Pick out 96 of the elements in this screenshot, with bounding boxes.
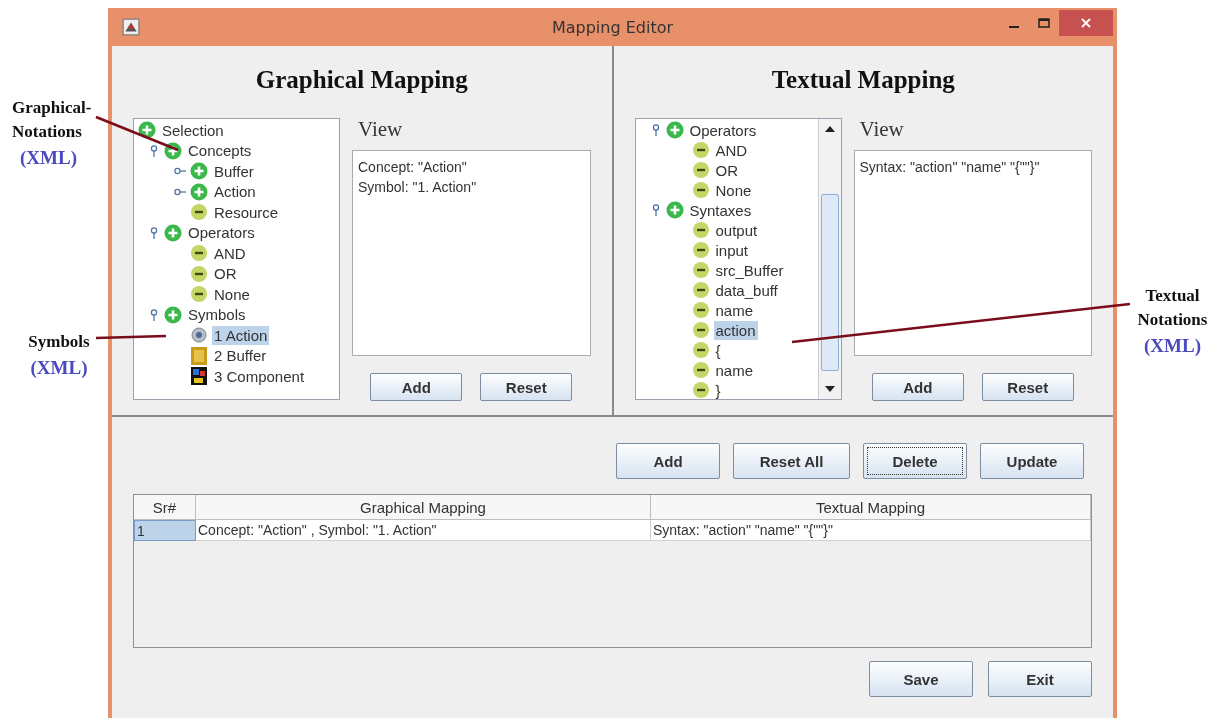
view-label: View bbox=[858, 118, 905, 143]
tree-item[interactable]: Concepts bbox=[186, 141, 254, 161]
panel-button[interactable]: Add bbox=[871, 373, 964, 401]
minus-icon bbox=[691, 341, 710, 359]
minus-icon bbox=[691, 381, 710, 399]
minus-icon bbox=[691, 241, 710, 259]
scrollbar[interactable] bbox=[817, 119, 841, 399]
action-button[interactable]: Delete bbox=[863, 443, 967, 479]
tree-item[interactable]: OR bbox=[212, 264, 239, 284]
panel-title: Textual Mapping bbox=[770, 65, 956, 95]
expanded-handle-icon[interactable] bbox=[148, 226, 160, 239]
tree-item[interactable]: action bbox=[713, 320, 758, 340]
minus-icon bbox=[691, 301, 710, 319]
column-header[interactable]: Sr# bbox=[134, 495, 196, 520]
tree-item[interactable]: { bbox=[713, 340, 723, 360]
minus-icon bbox=[190, 285, 208, 304]
scroll-down-icon[interactable] bbox=[824, 386, 835, 392]
annotation-note: (XML) bbox=[30, 356, 88, 380]
minus-icon bbox=[190, 244, 208, 263]
block-icon bbox=[190, 346, 208, 365]
minus-icon bbox=[691, 261, 710, 279]
minimize-icon bbox=[1009, 26, 1019, 28]
close-button[interactable] bbox=[1059, 10, 1113, 36]
plus-icon bbox=[190, 162, 208, 181]
annotation-label: Symbols bbox=[28, 331, 90, 353]
plus-icon bbox=[164, 223, 182, 242]
scroll-up-icon[interactable] bbox=[824, 126, 835, 132]
tree-item[interactable]: 3 Component bbox=[212, 366, 307, 386]
tree-item[interactable]: output bbox=[713, 220, 760, 240]
tree-item[interactable]: AND bbox=[212, 243, 248, 263]
tree-item[interactable]: input bbox=[713, 240, 751, 260]
chip-icon bbox=[190, 367, 208, 386]
column-header[interactable]: Textual Mapping bbox=[651, 495, 1091, 520]
action-button[interactable]: Reset All bbox=[733, 443, 850, 479]
tree-item[interactable]: Action bbox=[212, 182, 258, 202]
minus-icon bbox=[190, 203, 208, 222]
panel-button[interactable]: Add bbox=[370, 373, 463, 401]
tree-item[interactable]: OR bbox=[713, 160, 740, 180]
footer-button[interactable]: Exit bbox=[988, 661, 1092, 697]
plus-icon bbox=[190, 182, 208, 201]
table-cell: Syntax: "action" "name" "{""}" bbox=[651, 520, 1091, 541]
panel-button[interactable]: Reset bbox=[981, 373, 1074, 401]
panel-button[interactable]: Reset bbox=[480, 373, 573, 401]
tree-item[interactable]: Syntaxes bbox=[687, 200, 754, 220]
view-text: Concept: "Action" bbox=[358, 158, 468, 177]
tree-item[interactable]: } bbox=[713, 380, 723, 399]
tree-item[interactable]: Resource bbox=[212, 202, 281, 222]
leader-line bbox=[95, 334, 167, 340]
view-text: Symbol: "1. Action" bbox=[358, 178, 478, 197]
footer-button[interactable]: Save bbox=[869, 661, 973, 697]
view-text: Syntax: "action" "name" "{""}" bbox=[859, 158, 1041, 177]
tree-item[interactable]: src_Buffer bbox=[713, 260, 786, 280]
plus-icon bbox=[138, 121, 156, 140]
tree-item[interactable]: Symbols bbox=[186, 305, 248, 325]
scroll-thumb[interactable] bbox=[820, 194, 839, 371]
panel-title: Graphical Mapping bbox=[254, 65, 469, 95]
plus-icon bbox=[665, 121, 684, 139]
tree-item[interactable]: Operators bbox=[186, 223, 257, 243]
view-label: View bbox=[357, 118, 404, 143]
maximize-icon bbox=[1038, 18, 1050, 28]
close-icon bbox=[1081, 18, 1091, 28]
minus-icon bbox=[190, 264, 208, 283]
minus-icon bbox=[691, 221, 710, 239]
action-button[interactable]: Update bbox=[980, 443, 1084, 479]
minus-icon bbox=[691, 361, 710, 379]
tree-item[interactable]: 2 Buffer bbox=[212, 346, 269, 366]
plus-icon bbox=[164, 305, 182, 324]
tree-item[interactable]: None bbox=[713, 180, 754, 200]
expanded-handle-icon[interactable] bbox=[148, 308, 160, 321]
plus-icon bbox=[665, 201, 684, 219]
tree-item[interactable]: data_buff bbox=[713, 280, 780, 300]
annotation-label: Textual Notations bbox=[1137, 285, 1208, 331]
app-icon bbox=[122, 18, 140, 36]
annotation-label: Graphical- Notations bbox=[12, 97, 92, 143]
minus-icon bbox=[691, 181, 710, 199]
tree-item[interactable]: Operators bbox=[687, 120, 759, 140]
table-cell: 1 bbox=[134, 520, 196, 541]
annotation-note: (XML) bbox=[19, 146, 77, 170]
minus-icon bbox=[691, 281, 710, 299]
tree-item[interactable]: 1 Action bbox=[212, 325, 270, 345]
plus-icon bbox=[164, 141, 182, 160]
table-cell: Concept: "Action" , Symbol: "1. Action" bbox=[196, 520, 651, 541]
tree-item[interactable]: name bbox=[713, 300, 756, 320]
action-button[interactable]: Add bbox=[616, 443, 720, 479]
minus-icon bbox=[691, 321, 710, 339]
tree-item[interactable]: name bbox=[713, 360, 756, 380]
column-header[interactable]: Graphical Mapping bbox=[196, 495, 651, 520]
tree-item[interactable]: AND bbox=[713, 140, 750, 160]
expanded-handle-icon[interactable] bbox=[148, 144, 160, 157]
minus-icon bbox=[691, 141, 710, 159]
annotation-note: (XML) bbox=[1144, 334, 1201, 358]
minus-icon bbox=[691, 161, 710, 179]
tree-item[interactable]: Selection bbox=[160, 120, 226, 140]
window-title: Mapping Editor bbox=[551, 17, 674, 37]
tree-item[interactable]: None bbox=[212, 284, 252, 304]
tree-item[interactable]: Buffer bbox=[212, 161, 256, 181]
